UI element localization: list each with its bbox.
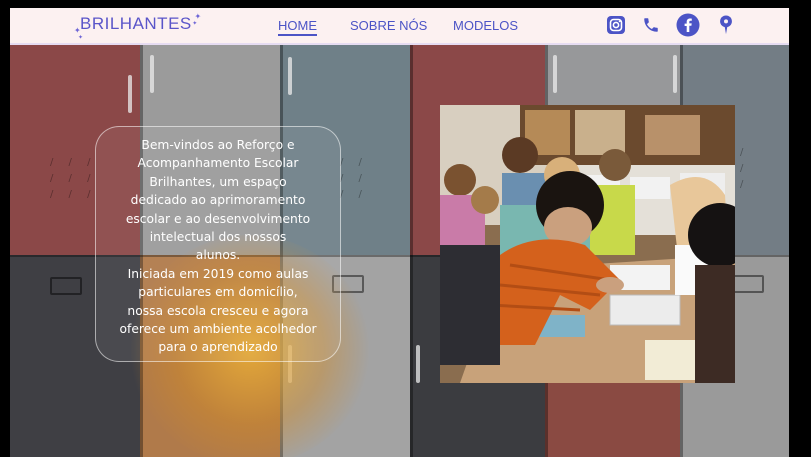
intro-line: alunos. — [195, 248, 241, 263]
intro-text: Bem-vindos ao Reforço e Acompanhamento E… — [96, 136, 340, 357]
location-pin-icon[interactable] — [714, 13, 738, 37]
instagram-icon[interactable] — [604, 13, 628, 37]
nav-sobre-nos[interactable]: SOBRE NÓS — [350, 18, 427, 33]
site-header: ✦ ✦ BRILHANTES ✦ ✦ HOME SOBRE NÓS MODELO… — [10, 8, 789, 45]
intro-line: dedicado ao aprimoramento — [130, 193, 306, 208]
phone-icon[interactable] — [639, 13, 663, 37]
intro-line: Bem-vindos ao Reforço e — [141, 138, 295, 152]
intro-line: Iniciada em 2019 como aulas — [127, 266, 309, 281]
intro-line: Brilhantes, um espaço — [149, 174, 287, 189]
intro-line: nossa escola cresceu e agora — [127, 303, 309, 318]
intro-line: particulares em domicílio, — [138, 285, 298, 300]
logo-text: BRILHANTES — [80, 14, 192, 33]
intro-card: Bem-vindos ao Reforço e Acompanhamento E… — [95, 126, 341, 362]
nav-home[interactable]: HOME — [278, 18, 317, 36]
intro-line: escolar e ao desenvolvimento — [125, 211, 311, 226]
brand-logo[interactable]: ✦ ✦ BRILHANTES ✦ ✦ — [74, 12, 201, 41]
nav-modelos[interactable]: MODELOS — [453, 18, 518, 33]
facebook-icon[interactable] — [676, 13, 700, 37]
sparkle-icon: ✦ — [78, 35, 84, 41]
intro-line: intelectual dos nossos — [149, 230, 287, 245]
sparkle-icon: ✦ — [192, 21, 198, 27]
intro-line: oferece um ambiente acolhedor — [119, 322, 317, 337]
intro-line: Acompanhamento Escolar — [137, 156, 299, 171]
classroom-photo — [440, 105, 735, 383]
intro-line: para o aprendizado — [158, 340, 278, 355]
